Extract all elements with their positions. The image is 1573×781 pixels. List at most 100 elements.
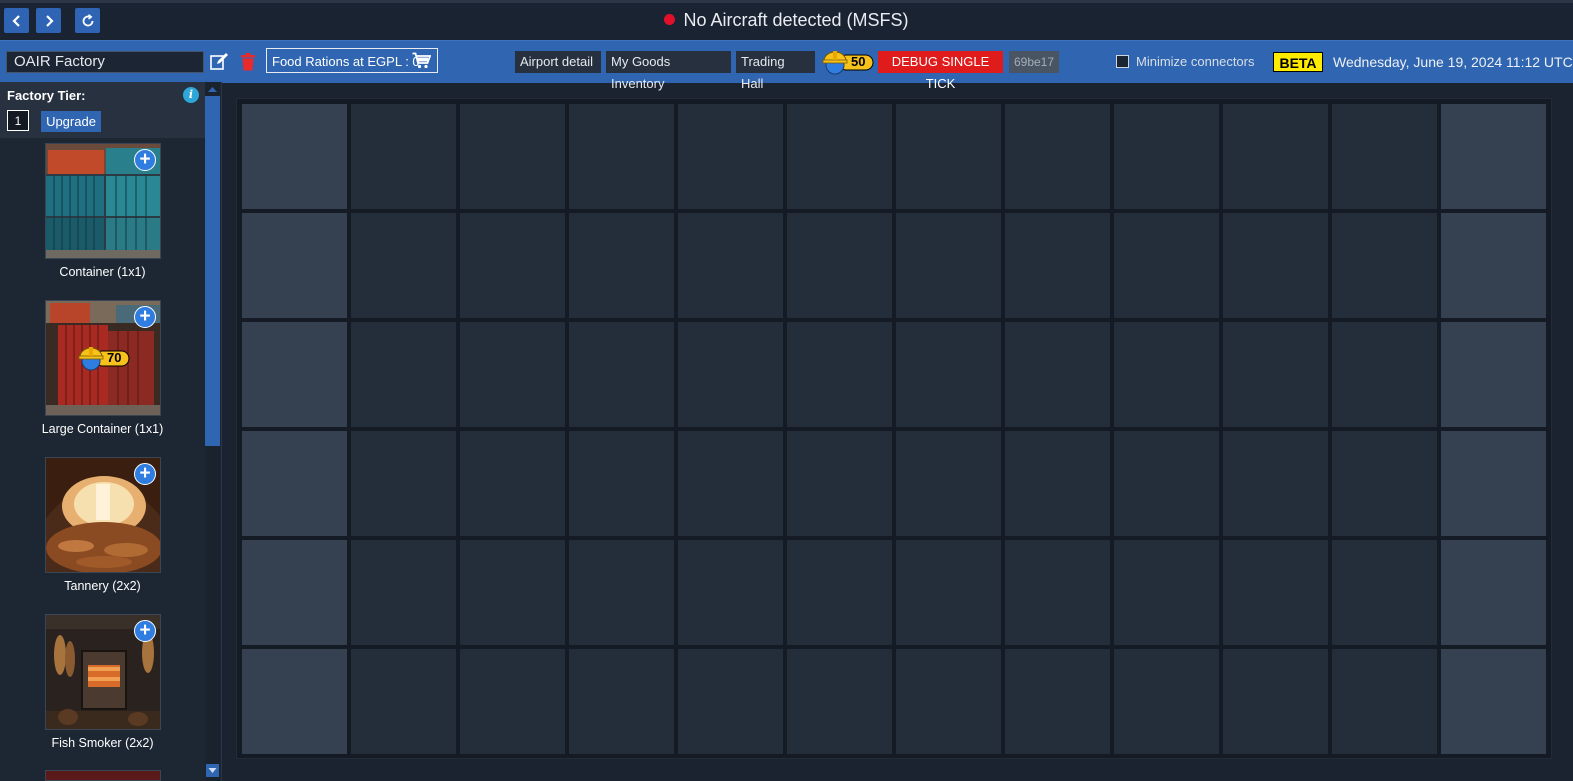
grid-cell[interactable] xyxy=(787,104,892,209)
add-large-container-button[interactable]: + xyxy=(134,306,156,328)
grid-cell[interactable] xyxy=(1223,431,1328,536)
grid-cell[interactable] xyxy=(1114,104,1219,209)
grid-cell[interactable] xyxy=(678,431,783,536)
airport-detail-button[interactable]: Airport detail xyxy=(515,51,601,73)
grid-cell[interactable] xyxy=(787,649,892,754)
scroll-up-icon[interactable] xyxy=(205,83,220,96)
grid-cell[interactable] xyxy=(569,649,674,754)
grid-cell[interactable] xyxy=(351,322,456,427)
grid-cell[interactable] xyxy=(351,540,456,645)
grid-cell[interactable] xyxy=(1005,540,1110,645)
grid-cell[interactable] xyxy=(678,540,783,645)
minimize-connectors-toggle[interactable]: Minimize connectors xyxy=(1116,54,1255,69)
grid-cell[interactable] xyxy=(1332,540,1437,645)
info-icon[interactable]: i xyxy=(183,87,199,103)
scroll-down-icon[interactable] xyxy=(205,764,220,777)
grid-cell[interactable] xyxy=(896,431,1001,536)
grid-cell[interactable] xyxy=(1441,104,1546,209)
grid-cell[interactable] xyxy=(242,540,347,645)
grid-cell[interactable] xyxy=(1005,431,1110,536)
grid-cell[interactable] xyxy=(351,431,456,536)
beta-badge: BETA xyxy=(1273,52,1323,72)
grid-cell[interactable] xyxy=(1223,322,1328,427)
minimize-connectors-label: Minimize connectors xyxy=(1136,54,1255,69)
grid-cell[interactable] xyxy=(242,213,347,318)
building-card-next[interactable] xyxy=(45,770,161,781)
grid-cell[interactable] xyxy=(1441,213,1546,318)
grid-cell[interactable] xyxy=(569,213,674,318)
worker-hardhat-icon xyxy=(78,347,130,371)
add-tannery-button[interactable]: + xyxy=(134,463,156,485)
minimize-connectors-checkbox[interactable] xyxy=(1116,55,1129,68)
grid-cell[interactable] xyxy=(242,104,347,209)
grid-cell[interactable] xyxy=(351,104,456,209)
grid-cell[interactable] xyxy=(678,104,783,209)
add-fish-smoker-button[interactable]: + xyxy=(134,620,156,642)
grid-cell[interactable] xyxy=(351,213,456,318)
grid-cell[interactable] xyxy=(1005,322,1110,427)
debug-single-tick-button[interactable]: DEBUG SINGLE TICK xyxy=(878,51,1003,91)
trading-hall-button[interactable]: Trading Hall xyxy=(736,51,815,91)
building-card-large-container[interactable]: + 70 xyxy=(45,300,161,416)
grid-cell[interactable] xyxy=(787,431,892,536)
grid-cell[interactable] xyxy=(1332,322,1437,427)
grid-cell[interactable] xyxy=(1332,213,1437,318)
grid-cell[interactable] xyxy=(242,431,347,536)
add-container-button[interactable]: + xyxy=(134,149,156,171)
food-rations-button[interactable]: Food Rations at EGPL : 0 xyxy=(266,48,438,73)
building-card-fish-smoker[interactable]: + xyxy=(45,614,161,730)
grid-cell[interactable] xyxy=(1005,104,1110,209)
grid-cell[interactable] xyxy=(1441,322,1546,427)
grid-cell[interactable] xyxy=(896,213,1001,318)
grid-cell[interactable] xyxy=(569,431,674,536)
grid-cell[interactable] xyxy=(460,431,565,536)
grid-cell[interactable] xyxy=(1114,540,1219,645)
goods-inventory-button[interactable]: My Goods Inventory xyxy=(606,51,731,91)
grid-cell[interactable] xyxy=(1441,649,1546,754)
grid-cell[interactable] xyxy=(1114,213,1219,318)
building-card-container[interactable]: + xyxy=(45,143,161,259)
building-card-tannery[interactable]: + xyxy=(45,457,161,573)
grid-cell[interactable] xyxy=(787,213,892,318)
grid-cell[interactable] xyxy=(678,322,783,427)
trash-icon[interactable] xyxy=(238,52,258,72)
grid-cell[interactable] xyxy=(460,322,565,427)
grid-cell[interactable] xyxy=(1005,649,1110,754)
grid-cell[interactable] xyxy=(569,104,674,209)
grid-cell[interactable] xyxy=(460,649,565,754)
grid-cell[interactable] xyxy=(569,540,674,645)
grid-cell[interactable] xyxy=(678,213,783,318)
pencil-icon[interactable] xyxy=(209,52,229,72)
grid-cell[interactable] xyxy=(1332,104,1437,209)
grid-cell[interactable] xyxy=(1441,431,1546,536)
grid-cell[interactable] xyxy=(242,649,347,754)
grid-cell[interactable] xyxy=(1114,431,1219,536)
grid-cell[interactable] xyxy=(1114,649,1219,754)
grid-cell[interactable] xyxy=(896,322,1001,427)
sidebar-scroll-thumb[interactable] xyxy=(205,96,220,446)
factory-name-input[interactable]: OAIR Factory xyxy=(6,51,204,73)
grid-cell[interactable] xyxy=(787,540,892,645)
grid-cell[interactable] xyxy=(1114,322,1219,427)
upgrade-button[interactable]: Upgrade xyxy=(41,111,101,132)
grid-cell[interactable] xyxy=(1223,213,1328,318)
grid-cell[interactable] xyxy=(460,540,565,645)
grid-cell[interactable] xyxy=(678,649,783,754)
grid-cell[interactable] xyxy=(1332,431,1437,536)
grid-cell[interactable] xyxy=(242,322,347,427)
grid-cell[interactable] xyxy=(460,104,565,209)
grid-cell[interactable] xyxy=(1223,104,1328,209)
grid-cell[interactable] xyxy=(1332,649,1437,754)
grid-cell[interactable] xyxy=(1005,213,1110,318)
grid-cell[interactable] xyxy=(1223,649,1328,754)
grid-cell[interactable] xyxy=(1441,540,1546,645)
grid-cell[interactable] xyxy=(460,213,565,318)
grid-cell[interactable] xyxy=(1223,540,1328,645)
aircraft-status-text: No Aircraft detected (MSFS) xyxy=(683,10,909,30)
grid-cell[interactable] xyxy=(896,104,1001,209)
grid-cell[interactable] xyxy=(896,649,1001,754)
grid-cell[interactable] xyxy=(569,322,674,427)
grid-cell[interactable] xyxy=(896,540,1001,645)
grid-cell[interactable] xyxy=(351,649,456,754)
grid-cell[interactable] xyxy=(787,322,892,427)
